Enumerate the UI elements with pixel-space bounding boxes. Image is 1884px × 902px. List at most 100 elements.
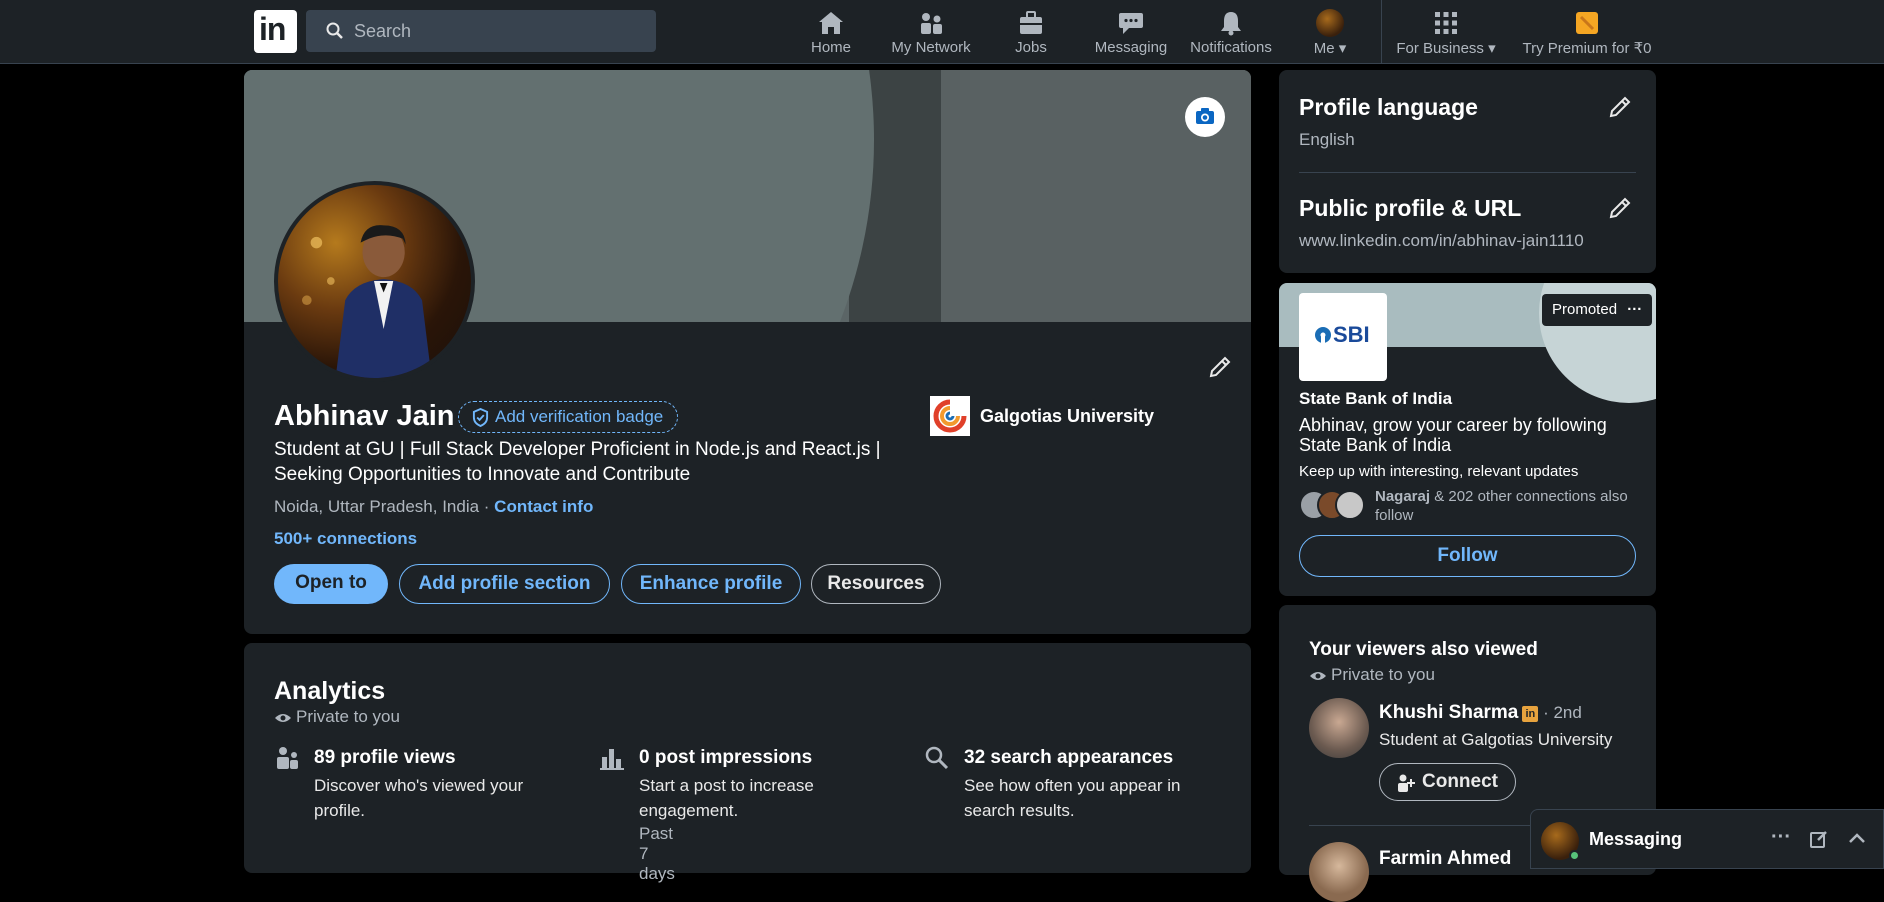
nav-messaging[interactable]: Messaging xyxy=(1095,0,1167,64)
eye-icon xyxy=(275,714,291,722)
profile-photo[interactable] xyxy=(274,181,475,382)
people-icon xyxy=(277,747,298,769)
avatar[interactable] xyxy=(1309,698,1369,758)
nav-network-label: My Network xyxy=(891,39,971,56)
nav-try-premium[interactable]: Try Premium for ₹0 xyxy=(1522,0,1652,64)
nav-business-label-wrap: For Business ▾ xyxy=(1396,39,1495,57)
location-text: Noida, Uttar Pradesh, India · xyxy=(274,497,495,516)
analytics-private-note: Private to you xyxy=(274,707,400,727)
profile-language-value: English xyxy=(1299,130,1355,149)
metric-extra: Past 7 days xyxy=(639,824,675,883)
home-icon xyxy=(819,12,843,34)
edit-banner-button[interactable] xyxy=(1185,97,1225,137)
briefcase-icon xyxy=(1020,11,1042,34)
metric-desc: Start a post to increase engagement. xyxy=(639,776,814,820)
person-name-row[interactable]: Khushi Sharma in · 2nd xyxy=(1379,702,1582,724)
chevron-up-icon[interactable] xyxy=(1847,829,1867,849)
profile-settings-card: Profile language English Public profile … xyxy=(1279,70,1656,273)
ad-company-name[interactable]: State Bank of India xyxy=(1299,389,1452,409)
shield-check-icon xyxy=(472,408,489,427)
more-options-icon[interactable]: ··· xyxy=(1627,301,1642,318)
grid-icon xyxy=(1435,12,1457,34)
viewers-private-note: Private to you xyxy=(1309,665,1435,685)
premium-icon xyxy=(1576,12,1598,34)
metric-desc: Discover who's viewed your profile. xyxy=(314,776,524,820)
nav-jobs[interactable]: Jobs xyxy=(1012,0,1050,64)
sbi-logo[interactable]: SBI xyxy=(1299,293,1387,381)
nav-home[interactable]: Home xyxy=(805,0,857,64)
profile-language-title: Profile language xyxy=(1299,94,1478,120)
online-status-indicator xyxy=(1569,850,1580,861)
top-navigation-bar: in Home My Network Jobs Messaging Notifi… xyxy=(0,0,1884,64)
connections-link[interactable]: 500+ connections xyxy=(274,529,417,549)
nav-my-network[interactable]: My Network xyxy=(886,0,976,64)
enhance-profile-button[interactable]: Enhance profile xyxy=(621,564,801,604)
more-options-icon[interactable]: ··· xyxy=(1771,826,1791,849)
add-verification-badge-button[interactable]: Add verification badge xyxy=(458,401,679,433)
camera-icon xyxy=(1196,108,1214,124)
profile-card: Abhinav Jain Add verification badge Stud… xyxy=(244,70,1251,634)
search-icon xyxy=(326,22,343,39)
search-input[interactable] xyxy=(354,10,644,52)
analytics-title: Analytics xyxy=(274,677,386,705)
profile-name: Abhinav Jain xyxy=(274,400,455,432)
resources-button[interactable]: Resources xyxy=(811,564,941,604)
chat-icon xyxy=(1119,13,1143,34)
school-name: Galgotias University xyxy=(980,406,1155,426)
follow-button[interactable]: Follow xyxy=(1299,535,1636,577)
search-box[interactable] xyxy=(306,10,656,52)
logo-text: in xyxy=(259,11,286,47)
connect-label: Connect xyxy=(1422,771,1498,792)
nav-me[interactable]: Me ▾ xyxy=(1308,0,1352,64)
open-to-button[interactable]: Open to xyxy=(274,564,388,604)
person-headline: Student at Galgotias University xyxy=(1379,730,1613,749)
metric-title: 89 profile views xyxy=(314,747,456,768)
avatar[interactable] xyxy=(1309,842,1369,902)
nav-premium-label: Try Premium for ₹0 xyxy=(1522,40,1652,57)
chevron-down-icon: ▾ xyxy=(1338,40,1347,57)
nav-business-label: For Business xyxy=(1396,40,1484,57)
nav-me-label: Me xyxy=(1313,40,1335,57)
person-name[interactable]: Farmin Ahmed xyxy=(1379,848,1511,870)
bell-icon xyxy=(1221,12,1241,36)
promoted-label: Promoted xyxy=(1552,301,1618,318)
eye-icon xyxy=(1310,672,1326,680)
ad-text: Abhinav, grow your career by following S… xyxy=(1299,415,1607,455)
analytics-private-text: Private to you xyxy=(296,707,400,726)
connection-name: Nagaraj xyxy=(1375,488,1431,505)
contact-info-link[interactable]: Contact info xyxy=(494,497,593,516)
nav-jobs-label: Jobs xyxy=(1015,39,1047,56)
add-profile-section-button[interactable]: Add profile section xyxy=(399,564,610,604)
promoted-ad-card: Promoted ··· SBI State Bank of India Abh… xyxy=(1279,283,1656,596)
network-icon xyxy=(921,13,942,34)
connect-button[interactable]: Connect xyxy=(1379,763,1516,801)
metric-title: 0 post impressions xyxy=(639,747,813,768)
add-person-icon xyxy=(1398,774,1415,792)
mutual-connections-avatars xyxy=(1299,490,1365,520)
viewers-private-text: Private to you xyxy=(1331,665,1435,684)
avatar xyxy=(1335,490,1365,520)
metric-desc: See how often you appear in search resul… xyxy=(964,776,1181,820)
nav-me-label-wrap: Me ▾ xyxy=(1314,39,1347,57)
public-profile-title: Public profile & URL xyxy=(1299,195,1522,221)
connection-degree: · 2nd xyxy=(1538,703,1582,722)
me-avatar xyxy=(1316,9,1344,37)
edit-intro-pencil-icon[interactable] xyxy=(1205,352,1235,382)
bar-chart-icon xyxy=(600,749,624,770)
edit-url-pencil-icon[interactable] xyxy=(1605,193,1635,223)
linkedin-logo[interactable]: in xyxy=(254,10,297,53)
edit-language-pencil-icon[interactable] xyxy=(1605,92,1635,122)
compose-icon[interactable] xyxy=(1809,829,1829,849)
viewers-title: Your viewers also viewed xyxy=(1309,639,1538,660)
person-name: Khushi Sharma xyxy=(1379,702,1519,723)
messaging-overlay-bar[interactable]: Messaging ··· xyxy=(1530,809,1884,869)
metric-title: 32 search appearances xyxy=(964,747,1174,768)
ad-subtext: Keep up with interesting, relevant updat… xyxy=(1299,463,1579,480)
nav-notifications[interactable]: Notifications xyxy=(1188,0,1274,64)
nav-for-business[interactable]: For Business ▾ xyxy=(1396,0,1496,64)
analytics-card: Analytics Private to you 89 profile view… xyxy=(244,643,1251,883)
sbi-logo-text: SBI xyxy=(1333,322,1370,347)
school-logo xyxy=(930,396,970,436)
promoted-menu[interactable]: Promoted ··· xyxy=(1542,294,1653,326)
galgotias-logo-icon xyxy=(933,399,967,433)
